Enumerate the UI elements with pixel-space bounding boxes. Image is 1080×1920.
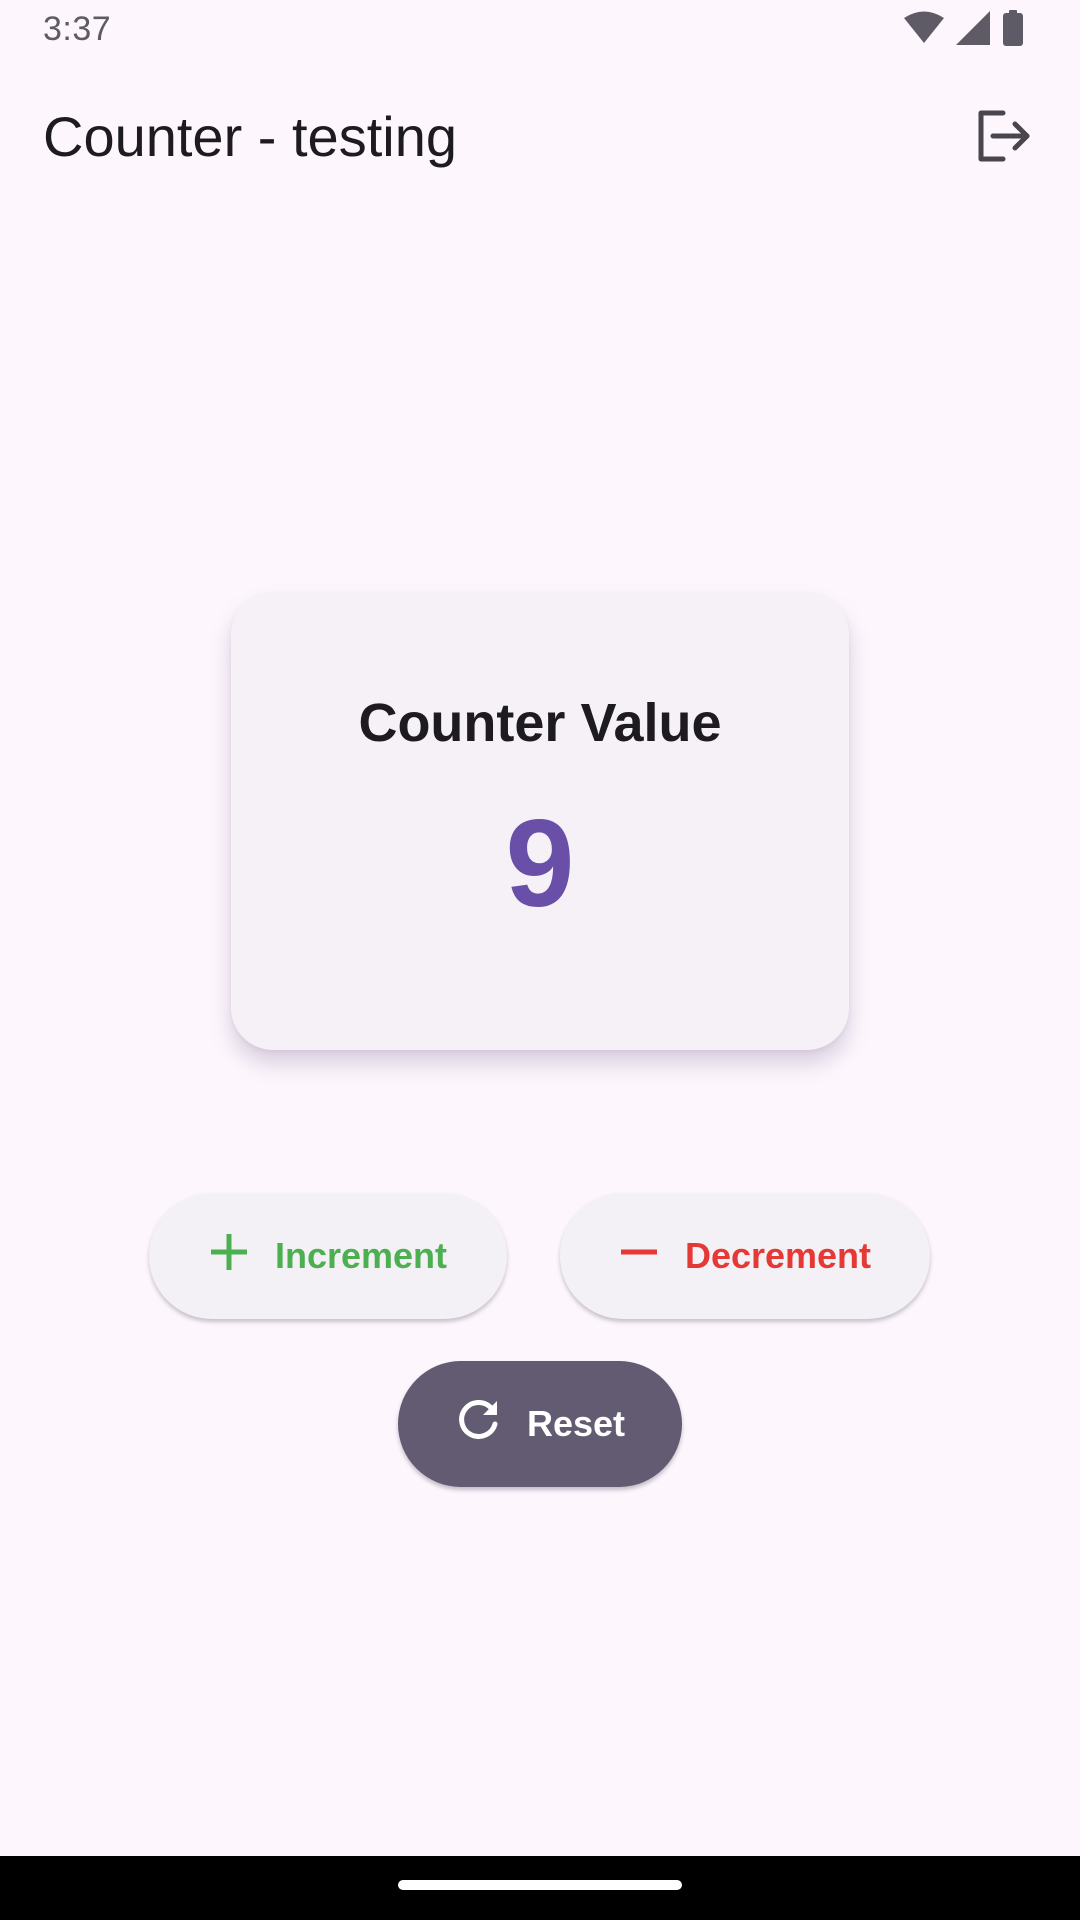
status-icons [904,9,1024,51]
refresh-icon [455,1397,501,1452]
system-nav-bar [0,1856,1080,1920]
cellular-signal-icon [956,10,990,50]
counter-value: 9 [505,795,575,933]
plus-icon [209,1232,249,1281]
page-title: Counter - testing [43,105,457,168]
app-bar: Counter - testing [0,88,1080,184]
status-time: 3:37 [43,10,112,48]
status-bar: 3:37 [0,0,1080,62]
wifi-icon [904,11,944,50]
reset-button[interactable]: Reset [398,1361,682,1487]
minus-icon [619,1232,659,1281]
battery-icon [1002,9,1024,51]
reset-label: Reset [526,1403,626,1444]
logout-icon [975,109,1033,168]
counter-card: Counter Value 9 [231,592,849,1050]
home-indicator[interactable] [398,1880,682,1890]
decrement-label: Decrement [684,1235,872,1276]
counter-label: Counter Value [358,693,722,753]
increment-button[interactable]: Increment [149,1193,507,1319]
increment-label: Increment [274,1235,448,1276]
logout-button[interactable] [964,98,1044,178]
decrement-button[interactable]: Decrement [560,1193,930,1319]
